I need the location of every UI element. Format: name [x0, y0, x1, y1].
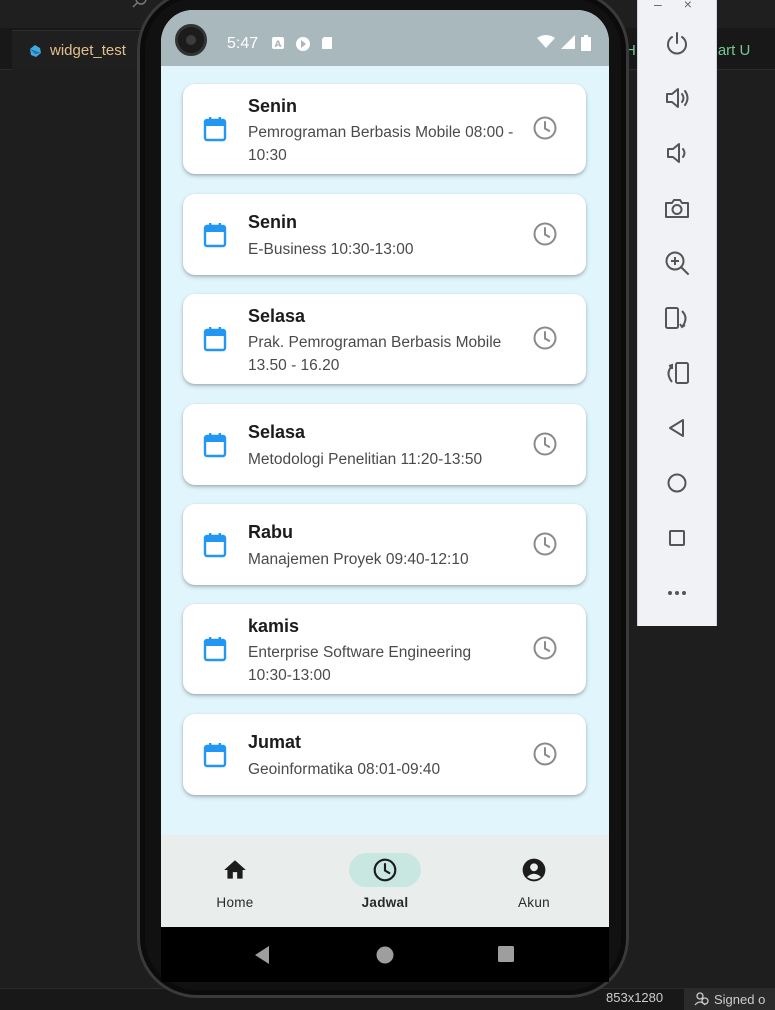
- notification-play-icon: [296, 37, 310, 51]
- signal-icon: [561, 35, 575, 49]
- schedule-day: Senin: [248, 96, 298, 116]
- nav-jadwal-label: Jadwal: [361, 895, 409, 910]
- system-home-icon[interactable]: [375, 945, 395, 965]
- volume-down-icon[interactable]: [662, 138, 692, 168]
- clock-icon[interactable]: [532, 325, 558, 351]
- nav-jadwal[interactable]: Jadwal: [325, 835, 445, 927]
- schedule-course: E-Business 10:30-13:00: [248, 241, 414, 258]
- wifi-icon: [537, 35, 555, 48]
- camera-icon[interactable]: [662, 193, 692, 223]
- calendar-icon: [203, 533, 227, 558]
- back-icon[interactable]: [662, 413, 692, 443]
- clock-icon[interactable]: [532, 115, 558, 141]
- calendar-icon: [203, 433, 227, 458]
- notification-a-icon: A: [272, 37, 284, 50]
- schedule-card[interactable]: Selasa Prak. Pemrograman Berbasis Mobile …: [183, 294, 586, 384]
- rotate-left-icon[interactable]: [662, 303, 692, 333]
- schedule-course: Manajemen Proyek 09:40-12:10: [248, 551, 469, 568]
- battery-icon: [581, 35, 591, 51]
- status-time: 5:47: [227, 35, 259, 52]
- home-icon: [224, 860, 246, 879]
- app-screen: 5:47 A Senin Pemrograman Berbasis Mobile …: [161, 10, 609, 927]
- calendar-icon: [203, 637, 227, 662]
- rotate-right-icon[interactable]: [662, 358, 692, 388]
- schedule-day: Senin: [248, 212, 298, 232]
- calendar-icon: [203, 223, 227, 248]
- nav-home[interactable]: Home: [175, 835, 295, 927]
- schedule-card[interactable]: Senin E-Business 10:30-13:00: [183, 194, 586, 275]
- system-overview-icon[interactable]: [497, 945, 515, 963]
- schedule-day: Selasa: [248, 422, 306, 442]
- ide-tab-right-label: art U: [717, 41, 751, 59]
- front-camera-icon: [175, 24, 207, 56]
- schedule-course: Pemrograman Berbasis Mobile 08:00 - 10:3…: [248, 124, 514, 164]
- dart-icon: [30, 44, 41, 57]
- schedule-day: Rabu: [248, 522, 293, 542]
- volume-up-icon[interactable]: [662, 83, 692, 113]
- schedule-card[interactable]: Selasa Metodologi Penelitian 11:20-13:50: [183, 404, 586, 485]
- home-circle-icon[interactable]: [662, 468, 692, 498]
- android-system-nav: [161, 927, 609, 982]
- schedule-card[interactable]: Jumat Geoinformatika 08:01-09:40: [183, 714, 586, 795]
- sd-card-icon: [322, 37, 332, 49]
- clock-icon[interactable]: [532, 741, 558, 767]
- schedule-day: Selasa: [248, 306, 306, 326]
- clock-icon[interactable]: [532, 431, 558, 457]
- power-icon[interactable]: [662, 28, 692, 58]
- ide-tab-widget-test[interactable]: widget_test: [12, 30, 142, 70]
- schedule-card[interactable]: kamis Enterprise Software Engineering 10:…: [183, 604, 586, 694]
- emulator-control-panel: –×: [637, 0, 717, 626]
- schedule-card[interactable]: Senin Pemrograman Berbasis Mobile 08:00 -…: [183, 84, 586, 174]
- schedule-card[interactable]: Rabu Manajemen Proyek 09:40-12:10: [183, 504, 586, 585]
- schedule-course: Prak. Pemrograman Berbasis Mobile 13.50 …: [248, 334, 502, 374]
- schedule-course: Metodologi Penelitian 11:20-13:50: [248, 451, 483, 468]
- emulator-window-controls[interactable]: –×: [654, 0, 714, 12]
- more-icon[interactable]: [662, 578, 692, 608]
- svg-text:A: A: [275, 40, 282, 50]
- overview-icon[interactable]: [662, 523, 692, 553]
- status-resolution[interactable]: 853x1280: [606, 990, 663, 1005]
- system-back-icon[interactable]: [253, 945, 271, 965]
- status-signed-label: Signed o: [714, 991, 766, 1007]
- nav-home-label: Home: [216, 895, 254, 910]
- ide-tab-label: widget_test: [50, 42, 126, 59]
- clock-icon[interactable]: [532, 531, 558, 557]
- search-icon: [132, 0, 147, 8]
- bottom-navigation: Home Jadwal Akun: [161, 835, 609, 927]
- zoom-in-icon[interactable]: [662, 248, 692, 278]
- clock-icon: [373, 858, 397, 882]
- schedule-day: kamis: [248, 616, 300, 636]
- calendar-icon: [203, 327, 227, 352]
- schedule-course: Enterprise Software Engineering 10:30-13…: [248, 644, 472, 684]
- clock-icon[interactable]: [532, 221, 558, 247]
- accounts-icon: [694, 992, 709, 1006]
- schedule-day: Jumat: [248, 732, 302, 752]
- schedule-course: Geoinformatika 08:01-09:40: [248, 761, 441, 778]
- calendar-icon: [203, 743, 227, 768]
- status-account[interactable]: Signed o: [684, 988, 775, 1010]
- clock-icon[interactable]: [532, 635, 558, 661]
- calendar-icon: [203, 117, 227, 142]
- nav-akun[interactable]: Akun: [474, 835, 594, 927]
- account-circle-icon: [522, 858, 546, 882]
- android-status-bar: 5:47 A: [161, 10, 609, 66]
- nav-akun-label: Akun: [518, 895, 550, 910]
